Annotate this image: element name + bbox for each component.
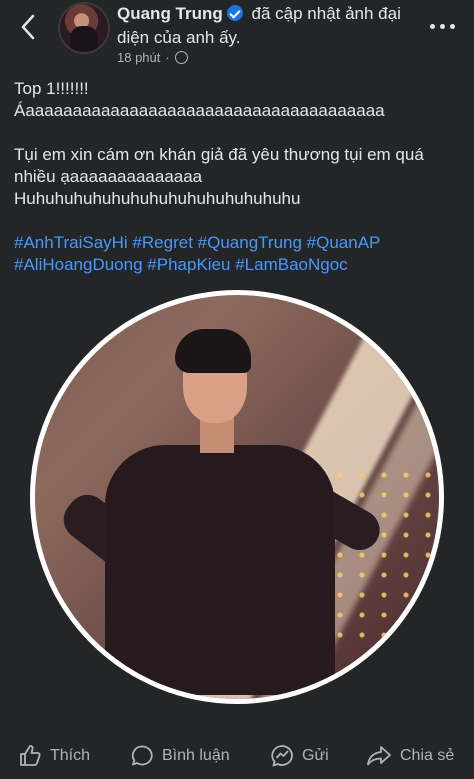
hashtag-row: #AliHoangDuong #PhapKieu #LamBaoNgoc [14,254,464,276]
hashtag-link[interactable]: #PhapKieu [147,255,230,274]
post-line: Top 1!!!!!!! [14,79,89,98]
post-meta: 18 phút · [117,50,188,65]
avatar[interactable] [58,2,110,54]
thumbs-up-icon [20,745,41,766]
like-label: Thích [50,747,91,764]
profile-photo[interactable] [30,290,444,704]
meta-separator: · [165,50,170,65]
hashtag-link[interactable]: #QuanAP [307,233,381,252]
hashtag-link[interactable]: #AnhTraiSayHi [14,233,128,252]
hashtag-link[interactable]: #Regret [132,233,192,252]
hashtag-link[interactable]: #AliHoangDuong [14,255,143,274]
post-line: Tụi em xin cám ơn khán giả đã yêu thương… [14,145,429,186]
header-text: Quang Trung đã cập nhật ảnh đại diện của… [117,2,417,50]
hashtag-link[interactable]: #LamBaoNgoc [235,255,347,274]
share-button[interactable]: Chia sẻ [366,741,454,771]
like-button[interactable]: Thích [18,741,90,771]
author-name[interactable]: Quang Trung [117,4,223,23]
share-icon [367,746,391,766]
share-label: Chia sẻ [400,747,455,764]
comment-button[interactable]: Bình luận [130,741,230,771]
hashtag-link[interactable]: #QuangTrung [198,233,302,252]
hashtag-row: #AnhTraiSayHi #Regret #QuangTrung #QuanA… [14,232,464,254]
send-label: Gửi [302,747,329,764]
post-line: Áaaaaaaaaaaaaaaaaaaaaaaaaaaaaaaaaaaaaaa [14,101,385,120]
photo-image [35,295,439,699]
post-header: Quang Trung đã cập nhật ảnh đại diện của… [0,0,474,70]
verified-badge-icon [226,5,243,21]
comment-icon [131,745,153,766]
comment-label: Bình luận [162,747,230,764]
action-bar: Thích Bình luận Gửi Chia sẻ [0,733,474,779]
timestamp[interactable]: 18 phút [117,50,160,65]
more-options-button[interactable] [430,16,458,36]
messenger-icon [271,745,293,767]
send-button[interactable]: Gửi [270,741,329,771]
post-line: Huhuhuhuhuhuhuhuhuhuhuhuhuhuhu [14,189,301,208]
post-content: Top 1!!!!!!! Áaaaaaaaaaaaaaaaaaaaaaaaaaa… [14,78,464,276]
globe-icon [174,51,188,64]
chevron-left-icon[interactable] [14,12,44,42]
